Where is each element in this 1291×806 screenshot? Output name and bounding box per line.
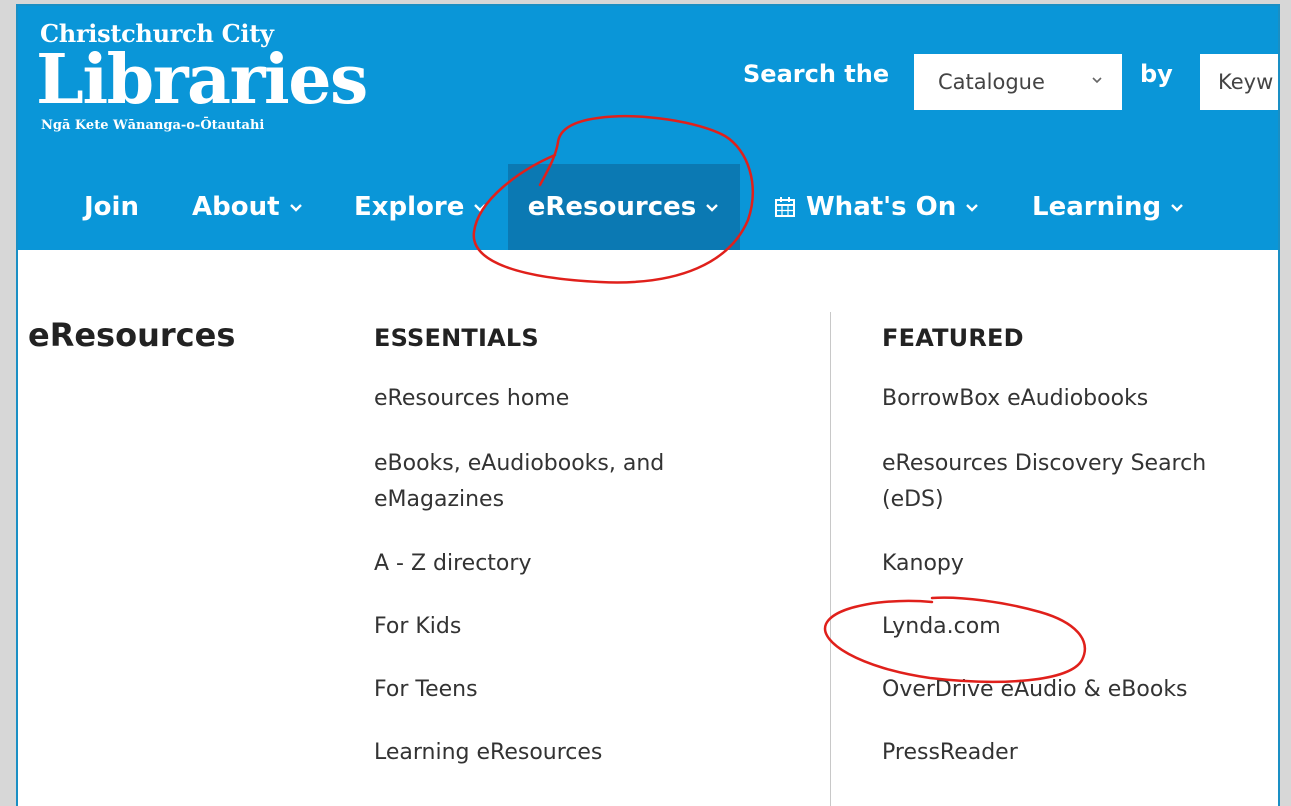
site-header: Christchurch City Libraries Ngā Kete Wān… xyxy=(18,6,1278,250)
chevron-down-icon xyxy=(1171,204,1183,212)
search-scope-value: Catalogue xyxy=(938,70,1045,94)
nav-item-label: eResources xyxy=(527,192,697,222)
logo-subtitle: Ngā Kete Wānanga-o-Ōtautahi xyxy=(41,118,265,133)
nav-item-about[interactable]: About xyxy=(192,164,304,250)
search-scope-select[interactable]: Catalogue xyxy=(914,54,1122,110)
logo-main-text[interactable]: Libraries xyxy=(36,42,368,118)
search-type-select[interactable]: Keyw xyxy=(1200,54,1278,110)
column-divider xyxy=(830,312,831,806)
chevron-down-icon xyxy=(289,204,302,212)
chevron-down-icon xyxy=(966,204,979,212)
search-label: Search the xyxy=(743,60,890,88)
dropdown-title: eResources xyxy=(28,316,236,354)
essentials-heading: ESSENTIALS xyxy=(374,324,539,352)
featured-heading: FEATURED xyxy=(882,324,1024,352)
menu-link-eresources-home[interactable]: eResources home xyxy=(374,381,569,417)
chevron-down-icon xyxy=(1092,77,1102,84)
menu-link-eds[interactable]: eResources Discovery Search (eDS) xyxy=(882,446,1232,518)
calendar-icon xyxy=(775,197,795,217)
nav-item-label: What's On xyxy=(806,192,957,222)
nav-item-learning[interactable]: Learning xyxy=(1032,164,1185,250)
search-by-label: by xyxy=(1140,60,1173,88)
menu-link-kanopy[interactable]: Kanopy xyxy=(882,546,964,582)
nav-item-label: About xyxy=(192,192,280,222)
nav-item-explore[interactable]: Explore xyxy=(354,164,488,250)
menu-link-az-directory[interactable]: A - Z directory xyxy=(374,546,531,582)
nav-item-whats-on[interactable]: What's On xyxy=(774,164,980,250)
chevron-down-icon xyxy=(474,204,487,212)
main-nav: Join About Explore eResources What's On … xyxy=(18,164,1278,250)
menu-link-pressreader[interactable]: PressReader xyxy=(882,735,1018,771)
nav-item-eresources[interactable]: eResources xyxy=(508,164,740,250)
menu-link-learning-eresources[interactable]: Learning eResources xyxy=(374,735,602,771)
menu-link-lynda[interactable]: Lynda.com xyxy=(882,609,1001,645)
menu-link-borrowbox[interactable]: BorrowBox eAudiobooks xyxy=(882,381,1148,417)
nav-item-label: Learning xyxy=(1032,192,1162,222)
nav-item-label: Join xyxy=(84,192,139,222)
search-type-value: Keyw xyxy=(1218,70,1274,94)
nav-item-join[interactable]: Join xyxy=(84,164,139,250)
nav-item-label: Explore xyxy=(354,192,465,222)
menu-link-for-teens[interactable]: For Teens xyxy=(374,672,478,708)
menu-link-ebooks[interactable]: eBooks, eAudiobooks, and eMagazines xyxy=(374,446,704,518)
menu-link-for-kids[interactable]: For Kids xyxy=(374,609,461,645)
chevron-down-icon xyxy=(706,204,719,212)
menu-link-overdrive[interactable]: OverDrive eAudio & eBooks xyxy=(882,672,1188,708)
browser-viewport: Christchurch City Libraries Ngā Kete Wān… xyxy=(16,4,1280,806)
